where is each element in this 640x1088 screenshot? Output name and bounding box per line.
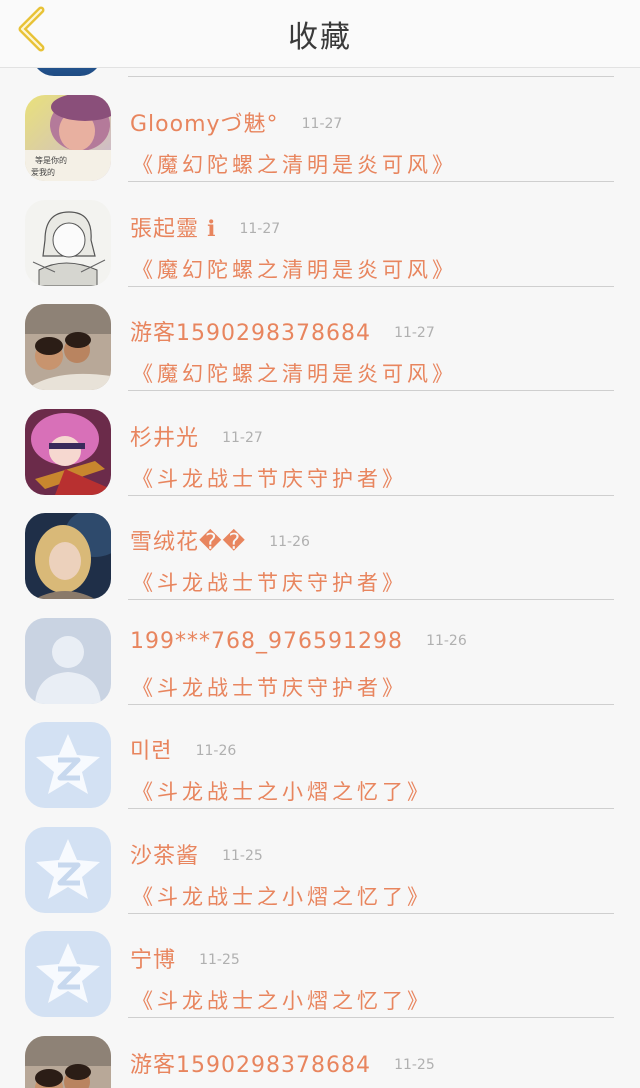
date-label: 11-25 bbox=[199, 952, 240, 968]
avatar bbox=[25, 199, 111, 286]
date-label: 11-25 bbox=[394, 1056, 435, 1073]
avatar bbox=[25, 722, 111, 808]
list-item[interactable]: 沙茶酱 11-25 《斗龙战士之小熠之忆了》 bbox=[0, 800, 640, 914]
list-item[interactable]: 미련 11-26 《斗龙战士之小熠之忆了》 bbox=[0, 695, 640, 809]
list-item[interactable]: 宁博 11-25 《斗龙战士之小熠之忆了》 bbox=[0, 904, 640, 1018]
date-label: 11-26 bbox=[426, 632, 467, 649]
avatar bbox=[25, 617, 111, 704]
user-name: 杉井光 bbox=[130, 425, 200, 451]
avatar bbox=[25, 826, 111, 913]
user-name: 미련 bbox=[130, 739, 173, 764]
user-name: 游客1590298378684 bbox=[130, 321, 371, 346]
favorites-list[interactable]: 等是你的 爱我的 Gloomyづ魅° 11-27 《魔幻陀螺之清明是炎可风》 張… bbox=[0, 68, 640, 1088]
user-name: 沙茶酱 bbox=[130, 843, 200, 869]
user-name: 雪绒花�� bbox=[130, 530, 247, 555]
date-label: 11-27 bbox=[239, 220, 281, 237]
date-label: 11-26 bbox=[269, 534, 310, 550]
date-label: 11-27 bbox=[301, 116, 343, 132]
svg-text:等是你的: 等是你的 bbox=[35, 155, 67, 165]
list-item[interactable]: 張起靈 ℹ 11-27 《魔幻陀螺之清明是炎可风》 bbox=[0, 173, 640, 287]
date-label: 11-27 bbox=[394, 325, 435, 341]
list-item[interactable]: 杉井光 11-27 《斗龙战士节庆守护者》 bbox=[0, 382, 640, 496]
list-item[interactable]: 雪绒花�� 11-26 《斗龙战士节庆守护者》 bbox=[0, 486, 640, 600]
avatar bbox=[25, 513, 111, 599]
date-label: 11-27 bbox=[222, 429, 263, 446]
header-bar: 收藏 bbox=[0, 0, 640, 68]
avatar bbox=[25, 931, 111, 1017]
avatar bbox=[25, 1035, 111, 1088]
user-name: 宁博 bbox=[130, 948, 177, 973]
date-label: 11-26 bbox=[195, 743, 237, 759]
avatar: 等是你的 爱我的 bbox=[25, 95, 111, 181]
user-name: 游客1590298378684 bbox=[130, 1052, 371, 1078]
list-item[interactable]: 199***768_976591298 11-26 《斗龙战士节庆守护者》 bbox=[0, 591, 640, 705]
user-name: 199***768_976591298 bbox=[130, 628, 403, 654]
avatar bbox=[25, 408, 111, 495]
user-name: Gloomyづ魅° bbox=[130, 112, 279, 137]
page-title: 收藏 bbox=[288, 20, 352, 55]
list-item[interactable]: 游客1590298378684 11-27 《魔幻陀螺之清明是炎可风》 bbox=[0, 277, 640, 391]
avatar bbox=[25, 304, 111, 390]
list-item[interactable]: 游客1590298378684 11-25 bbox=[0, 1009, 640, 1088]
user-name: 張起靈 ℹ bbox=[130, 216, 217, 242]
date-label: 11-25 bbox=[222, 847, 263, 864]
list-item[interactable]: 等是你的 爱我的 Gloomyづ魅° 11-27 《魔幻陀螺之清明是炎可风》 bbox=[0, 68, 640, 182]
